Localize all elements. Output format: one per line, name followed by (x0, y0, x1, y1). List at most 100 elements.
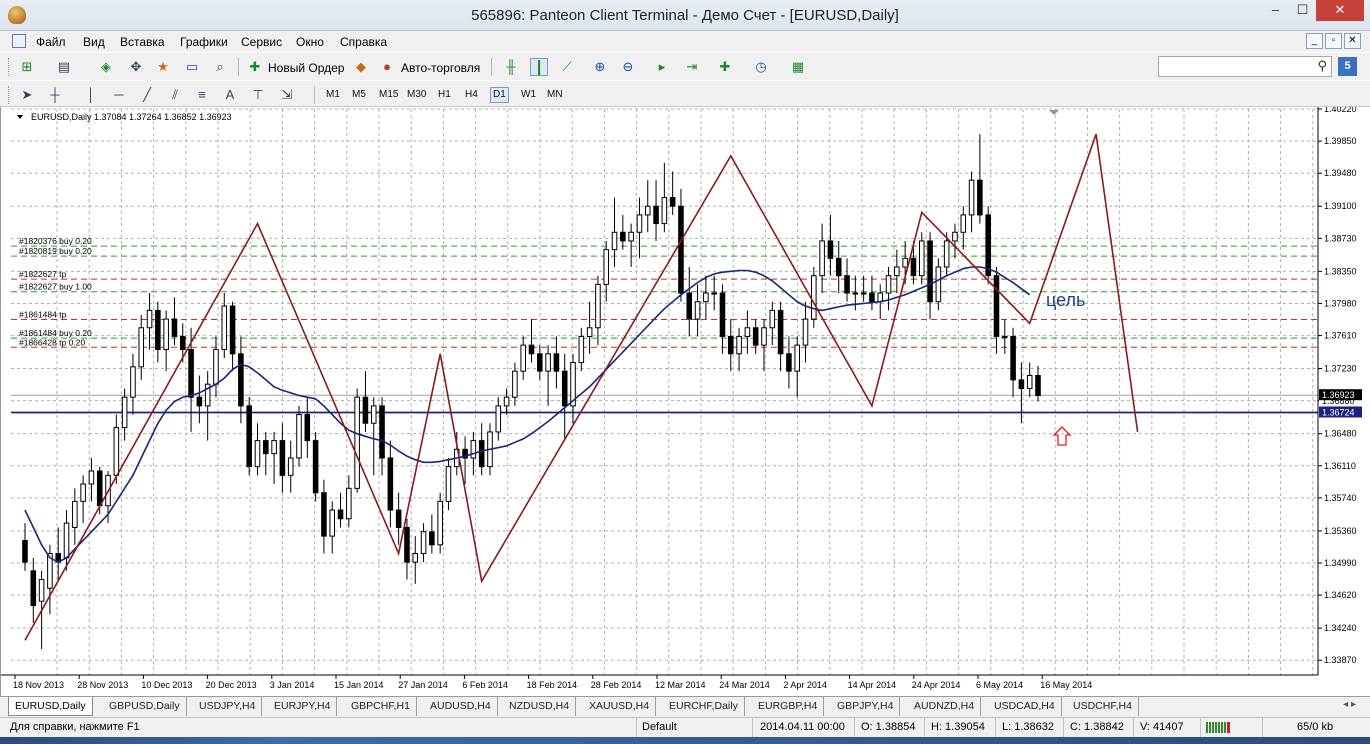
timeframe-h1[interactable]: H1 (438, 89, 451, 100)
connection-status-icon[interactable] (1206, 722, 1230, 733)
menu-window[interactable]: Окно (296, 35, 324, 49)
candle-body (163, 318, 169, 350)
chart-shift-icon[interactable]: ⇥ (683, 58, 701, 76)
new-order-icon[interactable]: ✚ (246, 58, 264, 76)
new-chart-icon[interactable]: ⊞ (18, 58, 36, 76)
navigator-icon[interactable]: ✥ (127, 58, 145, 76)
tab-scroll-arrows[interactable]: ◂ ▸ (1343, 699, 1356, 710)
arrows-icon[interactable]: ⇲ (278, 86, 296, 104)
mdi-minimize-button[interactable]: _ (1306, 33, 1323, 49)
bar-chart-icon[interactable]: ╫ (502, 58, 520, 76)
price-chart[interactable]: #1820376 buy 0.20#1820819 buy 0.20 #18226… (1, 107, 1370, 696)
minimize-button[interactable]: – (1262, 0, 1289, 21)
menu-help[interactable]: Справка (340, 35, 387, 49)
autotrading-button[interactable]: Авто-торговля (401, 61, 480, 75)
timeframe-d1[interactable]: D1 (490, 87, 509, 103)
periods-icon[interactable]: ◷ (752, 58, 770, 76)
help-button[interactable]: 5 (1338, 57, 1357, 76)
timeframe-m5[interactable]: M5 (352, 89, 366, 100)
order-label: #1820376 buy 0.20 (19, 236, 92, 246)
bar-volume: V: 41407 (1140, 721, 1184, 733)
candle-body (254, 440, 261, 468)
trendline-icon[interactable]: ╱ (138, 86, 156, 104)
timeframe-mn[interactable]: MN (547, 89, 563, 100)
toolbar-grip[interactable] (8, 58, 11, 76)
menu-charts[interactable]: Графики (180, 35, 228, 49)
menu-insert[interactable]: Вставка (120, 35, 165, 49)
tab-usdcad-h4[interactable]: USDCAD,H4 (988, 697, 1062, 716)
date-tick-label: 14 Apr 2014 (848, 680, 897, 690)
drawing-toolbar: ➤ ┼ │ ─ ╱ ⫽ ≡ A ⊤ ⇲ M1 M5 M15 M30 H1 H4 … (0, 80, 1370, 107)
cursor-icon[interactable]: ➤ (18, 86, 36, 104)
zoom-in-icon[interactable]: ⊕ (591, 58, 609, 76)
tab-eurchf-daily[interactable]: EURCHF,Daily (663, 697, 745, 716)
candle-body (130, 366, 136, 398)
candle-body (636, 214, 643, 233)
search-input[interactable]: ⚲ (1158, 56, 1332, 77)
menu-tools[interactable]: Сервис (241, 35, 282, 49)
templates-icon[interactable]: ▦ (789, 58, 807, 76)
market-watch-icon[interactable]: ◈ (97, 58, 115, 76)
tab-audusd-h4[interactable]: AUDUSD,H4 (424, 697, 498, 716)
candle-body (719, 292, 726, 337)
text-tool-icon[interactable]: A (221, 86, 239, 104)
tab-gbpchf-h1[interactable]: GBPCHF,H1 (345, 697, 417, 716)
price-tick-label: 1.39480 (1324, 168, 1357, 178)
line-chart-icon[interactable]: ⟋ (558, 58, 576, 76)
tab-audnzd-h4[interactable]: AUDNZD,H4 (908, 697, 982, 716)
tab-eurusd-daily[interactable]: EURUSD,Daily (8, 697, 93, 716)
new-order-button[interactable]: Новый Ордер (268, 61, 344, 75)
mdi-close-button[interactable]: ✕ (1344, 33, 1361, 49)
data-window-icon[interactable]: ★ (154, 58, 172, 76)
metaeditor-icon[interactable]: ◆ (352, 58, 370, 76)
candlestick-chart-icon[interactable]: ┃ (530, 58, 548, 76)
close-button[interactable]: ✕ (1316, 0, 1364, 21)
mdi-restore-button[interactable]: ▫ (1325, 33, 1342, 49)
timeframe-m30[interactable]: M30 (407, 89, 426, 100)
date-tick-label: 28 Nov 2013 (77, 680, 128, 690)
search-icon[interactable]: ⚲ (1317, 58, 1327, 74)
tab-nzdusd-h4[interactable]: NZDUSD,H4 (503, 697, 577, 716)
strategy-tester-icon[interactable]: ⌕ (211, 58, 229, 76)
menu-view[interactable]: Вид (83, 35, 105, 49)
vertical-line-icon[interactable]: │ (82, 86, 100, 104)
timeframe-h4[interactable]: H4 (465, 89, 478, 100)
candle-body (304, 414, 311, 442)
chart-menu-arrow-icon[interactable] (17, 115, 23, 119)
candle-body (694, 301, 701, 320)
tab-xauusd-h4[interactable]: XAUUSD,H4 (583, 697, 657, 716)
price-tick-label: 1.37980 (1324, 298, 1357, 308)
autotrading-icon[interactable]: ● (378, 58, 396, 76)
tab-eurgbp-h4[interactable]: EURGBP,H4 (752, 697, 825, 716)
candle-body (844, 275, 850, 294)
toolbar-grip[interactable] (8, 86, 11, 104)
profiles-icon[interactable]: ▤ (55, 58, 73, 76)
tab-gbpusd-daily[interactable]: GBPUSD,Daily (103, 697, 187, 716)
text-label-icon[interactable]: ⊤ (249, 86, 267, 104)
candle-body (80, 483, 86, 502)
timeframe-m1[interactable]: M1 (326, 89, 340, 100)
tab-eurjpy-h4[interactable]: EURJPY,H4 (268, 697, 338, 716)
indicators-icon[interactable]: ✚ (716, 58, 734, 76)
fibonacci-icon[interactable]: ≡ (193, 86, 211, 104)
candle-body (213, 348, 219, 385)
auto-scroll-icon[interactable]: ▸ (653, 58, 671, 76)
tab-usdjpy-h4[interactable]: USDJPY,H4 (193, 697, 263, 716)
zoom-out-icon[interactable]: ⊖ (619, 58, 637, 76)
window-title: 565896: Panteon Client Terminal - Демо С… (471, 7, 899, 24)
maximize-button[interactable]: ☐ (1289, 0, 1316, 21)
terminal-icon[interactable]: ▭ (183, 58, 201, 76)
shift-marker-icon[interactable] (1049, 110, 1059, 115)
tab-usdchf-h4[interactable]: USDCHF,H4 (1067, 697, 1139, 716)
timeframe-w1[interactable]: W1 (521, 89, 536, 100)
menu-file[interactable]: Файл (36, 35, 66, 49)
price-tick-label: 1.34620 (1324, 590, 1357, 600)
equidistant-channel-icon[interactable]: ⫽ (166, 86, 184, 104)
horizontal-line-icon[interactable]: ─ (110, 86, 128, 104)
candle-body (229, 305, 236, 355)
timeframe-m15[interactable]: M15 (379, 89, 398, 100)
crosshair-icon[interactable]: ┼ (46, 86, 64, 104)
candle-body (138, 327, 145, 368)
chart-window[interactable]: #1820376 buy 0.20 #1820819 buy 0.20 #18226… (0, 107, 1370, 696)
tab-gbpjpy-h4[interactable]: GBPJPY,H4 (831, 697, 901, 716)
